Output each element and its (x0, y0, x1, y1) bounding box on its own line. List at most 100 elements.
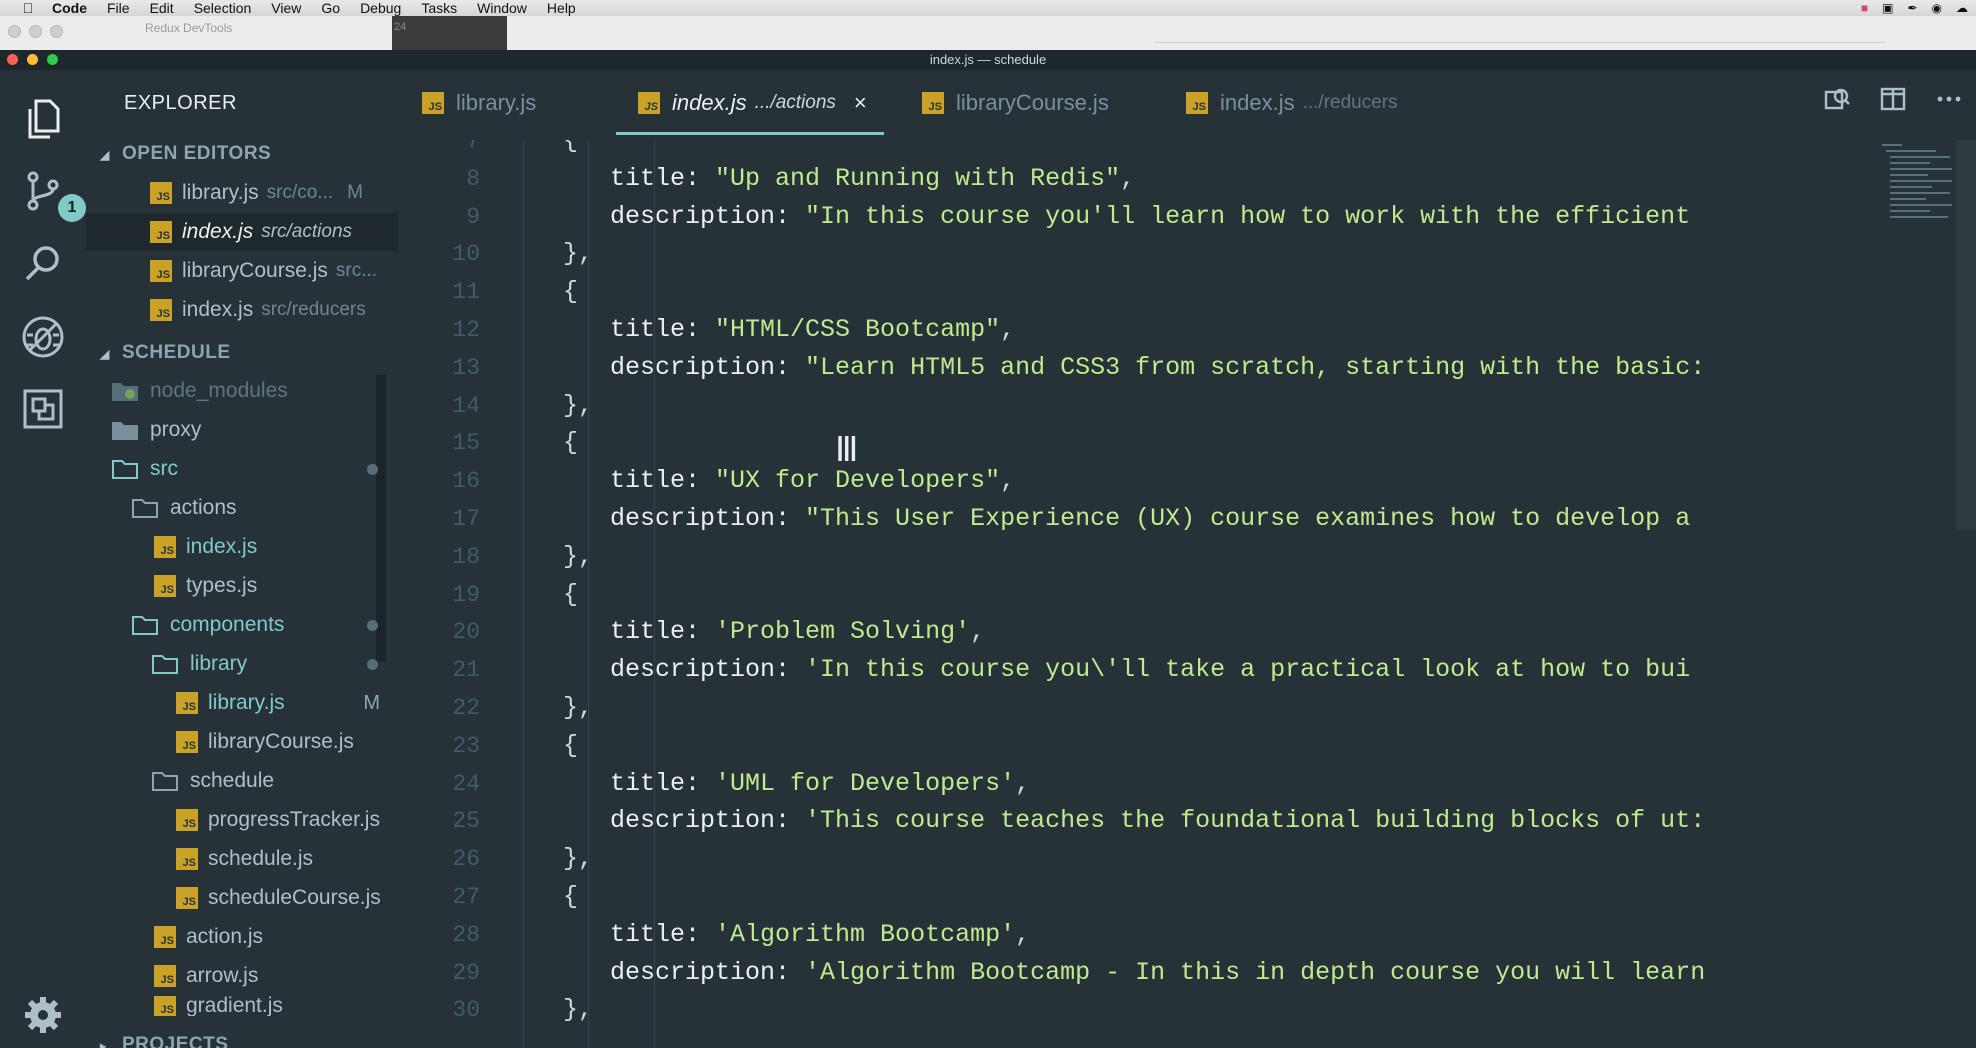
menu-tasks[interactable]: Tasks (421, 0, 457, 16)
tab-label: library.js (456, 90, 537, 115)
extensions-icon[interactable] (18, 384, 68, 434)
zoom-window-button[interactable] (47, 54, 58, 65)
tree-folder-library[interactable]: library (86, 645, 398, 683)
code-punctuation: { (563, 140, 579, 155)
folder-open-icon (112, 460, 138, 479)
code-line: }, (563, 239, 593, 268)
line-number: 29 (452, 959, 480, 986)
tree-folder-actions[interactable]: actions (86, 489, 398, 527)
code-punctuation: }, (563, 390, 594, 420)
editor-scrollbar[interactable] (1956, 140, 1976, 530)
schedule-folder-header[interactable]: ◢ SCHEDULE (100, 342, 231, 364)
menu-view[interactable]: View (271, 0, 301, 16)
open-editor-item[interactable]: JS libraryCourse.js src... (86, 252, 398, 290)
open-editor-item[interactable]: JS index.js src/reducers (86, 291, 398, 329)
code-string: "In this course you'll learn how to work… (805, 201, 1691, 231)
status-icon[interactable]: ▣ (1882, 0, 1893, 16)
source-control-icon[interactable]: 1 (18, 166, 86, 222)
tree-folder-components[interactable]: components (86, 606, 398, 644)
close-window-button[interactable] (7, 54, 18, 65)
tab-librarycourse-js[interactable]: JS libraryCourse.js (922, 70, 1109, 136)
line-number: 23 (452, 732, 480, 759)
active-tab-indicator (616, 132, 884, 135)
tree-file-action-js[interactable]: JS action.js (86, 918, 398, 956)
tree-file-types-js[interactable]: JS types.js (86, 567, 398, 605)
apple-menu-icon[interactable]:  (20, 0, 36, 16)
modified-dot (367, 619, 378, 631)
menu-window[interactable]: Window (477, 0, 527, 16)
menu-help[interactable]: Help (547, 0, 576, 16)
status-icon[interactable]: ☁ (1956, 0, 1968, 16)
minimize-window-button[interactable] (27, 54, 38, 65)
menu-code[interactable]: Code (52, 0, 87, 16)
menu-file[interactable]: File (107, 0, 130, 16)
tab-library-js[interactable]: JS library.js (422, 70, 536, 136)
open-editor-name: libraryCourse.js (182, 259, 328, 282)
line-number: 13 (452, 354, 480, 381)
collapse-icon: ◢ (100, 148, 110, 162)
code-string: "Learn HTML5 and CSS3 from scratch, star… (805, 352, 1706, 382)
gear-icon[interactable] (18, 990, 68, 1040)
tree-folder-node-modules[interactable]: node_modules (86, 372, 398, 410)
js-file-icon: JS (154, 965, 176, 987)
debug-icon[interactable] (18, 312, 68, 362)
menu-selection[interactable]: Selection (194, 0, 252, 16)
code-string: 'Problem Solving' (715, 617, 971, 647)
js-file-icon: JS (150, 299, 172, 321)
js-file-icon: JS (176, 692, 198, 714)
open-editor-item-active[interactable]: JS index.js src/actions (86, 213, 398, 251)
search-icon[interactable] (18, 238, 68, 288)
code-editor[interactable]: 7 {8 title: "Up and Running with Redis", 9 d… (398, 140, 1976, 1048)
menu-debug[interactable]: Debug (360, 0, 401, 16)
tab-index-js-reducers[interactable]: JS index.js .../reducers (1186, 70, 1398, 136)
tree-folder-schedule[interactable]: schedule (86, 762, 398, 800)
code-line: { (563, 277, 578, 306)
tree-folder-proxy[interactable]: proxy (86, 411, 398, 449)
open-editor-item[interactable]: JS library.js src/co... M (86, 174, 398, 212)
files-icon[interactable] (18, 94, 68, 144)
open-editors-header[interactable]: ◢ OPEN EDITORS (100, 143, 271, 165)
tab-path: .../actions (754, 92, 836, 113)
open-changes-icon[interactable] (1824, 86, 1850, 118)
more-actions-icon[interactable] (1936, 86, 1962, 118)
status-icon[interactable]: ✒ (1907, 0, 1917, 16)
code-key: description: (610, 655, 806, 685)
window-titlebar: index.js — schedule (0, 50, 1976, 70)
tree-file-arrow-js[interactable]: JS arrow.js (86, 957, 398, 995)
activity-bar: 1 (0, 70, 86, 1048)
tree-file-gradient-js[interactable]: JS gradient.js (86, 996, 398, 1016)
status-icon[interactable]: ◉ (1932, 0, 1942, 16)
code-key: description: (610, 504, 806, 533)
code-line: description: 'In this course you\'ll tak… (610, 655, 1690, 684)
menu-go[interactable]: Go (321, 0, 340, 16)
open-editor-path: src/co... (266, 182, 334, 203)
tree-file-library-js[interactable]: JS library.js M (86, 684, 398, 722)
tree-file-schedulecourse-js[interactable]: JS scheduleCourse.js (86, 879, 398, 917)
js-file-icon: JS (176, 731, 198, 753)
tree-file-librarycourse-js[interactable]: JS libraryCourse.js (86, 723, 398, 761)
js-file-icon: JS (154, 926, 176, 948)
tree-file-schedule-js[interactable]: JS schedule.js (86, 840, 398, 878)
code-key: description: (610, 957, 806, 987)
tree-folder-src[interactable]: src (86, 450, 398, 488)
projects-header[interactable]: ▸ PROJECTS (100, 1034, 228, 1048)
code-key: description: (610, 201, 806, 231)
line-number: 15 (452, 430, 480, 457)
line-number: 21 (452, 657, 480, 684)
explorer-sidebar: EXPLORER ◢ OPEN EDITORS JS library.js src… (86, 70, 398, 1048)
indent-guide (523, 140, 524, 1048)
menu-edit[interactable]: Edit (150, 0, 174, 16)
status-menu-icons: ■ ▣ ✒ ◉ ☁ (1861, 0, 1968, 16)
code-punctuation: { (563, 579, 579, 609)
status-icon[interactable]: ■ (1861, 0, 1868, 16)
tab-index-js-actions[interactable]: JS index.js .../actions × (638, 70, 867, 136)
close-icon[interactable]: × (854, 90, 867, 116)
text-cursor-icon: Ⅲ (835, 434, 859, 472)
code-punctuation: { (563, 882, 579, 911)
background-window-panel: 24 (392, 16, 507, 50)
tree-file-index-js[interactable]: JS index.js (86, 528, 398, 566)
code-punctuation: , (1015, 768, 1031, 798)
split-editor-icon[interactable] (1880, 86, 1906, 118)
minimap[interactable] (1866, 140, 1956, 230)
tree-file-progresstracker-js[interactable]: JS progressTracker.js (86, 801, 398, 839)
